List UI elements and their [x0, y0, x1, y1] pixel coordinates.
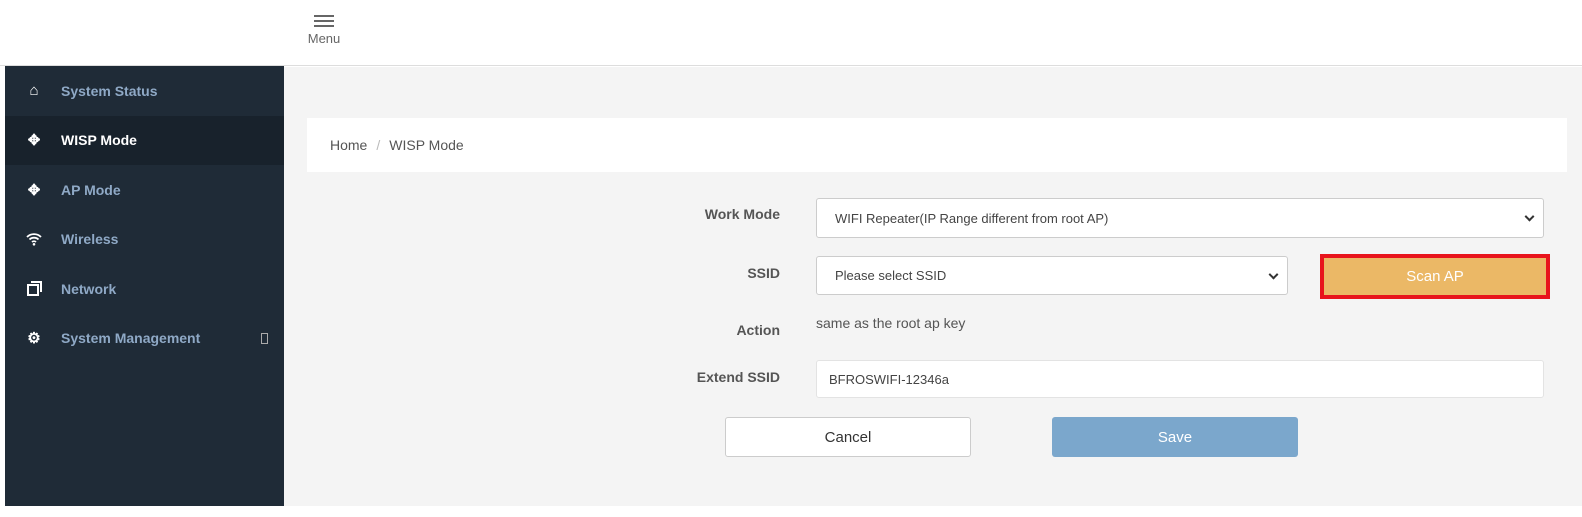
breadcrumb-separator: /: [376, 137, 381, 153]
sidebar-item-system-management[interactable]: ⚙ System Management: [5, 314, 284, 364]
menu-label: Menu: [307, 31, 341, 46]
gear-icon: ⚙: [27, 330, 41, 348]
sidebar-item-label: System Management: [61, 330, 201, 347]
extend-ssid-label: Extend SSID: [696, 369, 780, 385]
work-mode-select[interactable]: WIFI Repeater(IP Range different from ro…: [816, 198, 1544, 238]
sidebar-item-ap-mode[interactable]: ✥ AP Mode: [5, 165, 284, 215]
ssid-select[interactable]: Please select SSID: [816, 256, 1288, 295]
extend-ssid-input[interactable]: BFROSWIFI-12346a: [816, 360, 1544, 398]
sidebar-item-wisp-mode[interactable]: ✥ WISP Mode: [5, 115, 284, 165]
sidebar-item-label: AP Mode: [61, 181, 121, 198]
save-button[interactable]: Save: [1052, 417, 1298, 457]
work-mode-label: Work Mode: [704, 206, 780, 222]
ssid-label: SSID: [747, 265, 780, 281]
sidebar-item-label: System Status: [61, 82, 158, 99]
menu-button[interactable]: Menu: [302, 12, 346, 46]
ssid-value: Please select SSID: [835, 268, 947, 283]
scan-ap-button[interactable]: Scan AP: [1320, 254, 1550, 299]
action-label: Action: [736, 322, 780, 338]
action-value: same as the root ap key: [816, 315, 966, 331]
breadcrumb-current: WISP Mode: [389, 137, 464, 153]
top-header: Menu: [0, 0, 1582, 66]
sidebar-item-wireless[interactable]: Wireless: [5, 215, 284, 265]
work-mode-value: WIFI Repeater(IP Range different from ro…: [835, 210, 1109, 226]
hamburger-icon: [314, 15, 334, 27]
home-icon: ⌂: [29, 82, 39, 100]
cancel-button[interactable]: Cancel: [725, 417, 971, 457]
sidebar-item-network[interactable]: Network: [5, 264, 284, 314]
expand-icon: [261, 332, 268, 344]
chevron-down-icon: [1268, 269, 1279, 280]
sidebar-item-label: WISP Mode: [61, 132, 137, 149]
sidebar-item-label: Wireless: [61, 231, 119, 248]
sidebar: ⌂ System Status ✥ WISP Mode ✥ AP Mode Wirel…: [5, 66, 284, 506]
sidebar-item-system-status[interactable]: ⌂ System Status: [5, 66, 284, 116]
move-icon: ✥: [27, 132, 41, 150]
move-icon: ✥: [27, 181, 41, 199]
chevron-down-icon: [1524, 211, 1535, 222]
breadcrumb-home[interactable]: Home: [330, 137, 367, 153]
wifi-icon: [25, 230, 43, 248]
breadcrumb: Home / WISP Mode: [307, 118, 1567, 172]
copy-icon: [25, 280, 43, 298]
sidebar-item-label: Network: [61, 280, 117, 297]
